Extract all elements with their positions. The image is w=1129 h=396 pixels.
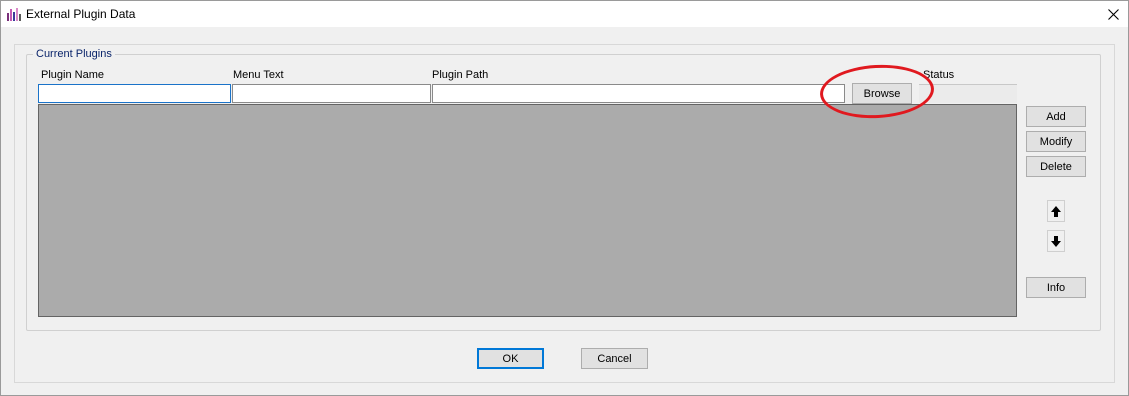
info-button-label: Info — [1046, 281, 1066, 294]
plugin-name-input[interactable] — [38, 84, 231, 103]
add-button-label: Add — [1046, 110, 1066, 123]
ok-button[interactable]: OK — [477, 348, 544, 369]
arrow-up-icon — [1051, 205, 1061, 217]
arrow-down-icon — [1051, 235, 1061, 247]
delete-button[interactable]: Delete — [1026, 156, 1086, 177]
move-down-button[interactable] — [1047, 230, 1065, 252]
add-button[interactable]: Add — [1026, 106, 1086, 127]
title-bar[interactable]: External Plugin Data — [1, 1, 1128, 27]
modify-button-label: Modify — [1039, 135, 1073, 148]
app-chart-icon — [6, 7, 21, 21]
info-button[interactable]: Info — [1026, 277, 1086, 298]
menu-text-label: Menu Text — [233, 69, 284, 81]
cancel-button-label: Cancel — [597, 352, 632, 365]
move-up-button[interactable] — [1047, 200, 1065, 222]
close-button[interactable] — [1098, 1, 1128, 27]
plugin-path-input[interactable] — [432, 84, 845, 103]
plugins-table[interactable] — [38, 104, 1017, 317]
modify-button[interactable]: Modify — [1026, 131, 1086, 152]
menu-text-input[interactable] — [232, 84, 431, 103]
plugin-name-label: Plugin Name — [41, 69, 104, 81]
close-icon — [1107, 8, 1119, 20]
group-title: Current Plugins — [33, 48, 115, 60]
plugin-path-label: Plugin Path — [432, 69, 489, 81]
delete-button-label: Delete — [1040, 160, 1072, 173]
window-title: External Plugin Data — [26, 7, 136, 21]
cancel-button[interactable]: Cancel — [581, 348, 648, 369]
ok-button-label: OK — [502, 352, 519, 365]
